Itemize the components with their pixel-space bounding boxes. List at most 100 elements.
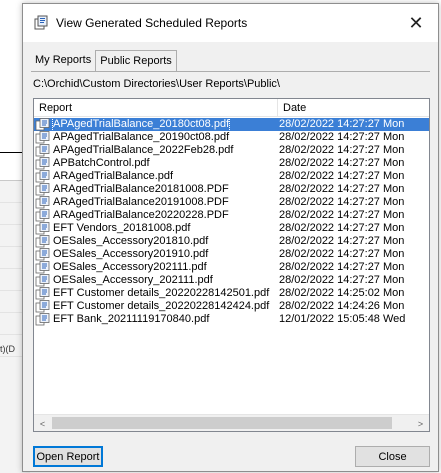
report-name-cell: APAgedTrialBalance_20180ct08.pdf bbox=[34, 118, 278, 131]
report-date: 28/02/2022 14:27:27 Mon bbox=[279, 157, 405, 169]
report-name-cell: OESales_Accessory202111.pdf bbox=[34, 261, 278, 274]
table-row[interactable]: OESales_Accessory201910.pdf 28/02/2022 14… bbox=[34, 248, 429, 261]
report-name-cell: OESales_Accessory201810.pdf bbox=[34, 235, 278, 248]
report-file-icon bbox=[35, 248, 50, 261]
report-date: 28/02/2022 14:27:27 Mon bbox=[279, 144, 405, 156]
report-name: APAgedTrialBalance_20180ct08.pdf bbox=[51, 118, 231, 131]
report-date: 28/02/2022 14:27:27 Mon bbox=[279, 274, 405, 286]
report-name: ARAgedTrialBalance20220228.PDF bbox=[53, 209, 229, 221]
dialog-title: View Generated Scheduled Reports bbox=[56, 16, 248, 30]
report-list[interactable]: Report Date APAgedTrialBalance_20180ct08… bbox=[33, 98, 430, 432]
report-file-icon bbox=[35, 287, 50, 300]
report-name: OESales_Accessory201810.pdf bbox=[53, 235, 209, 247]
report-name-cell: APAgedTrialBalance_20190ct08.pdf bbox=[34, 131, 278, 144]
table-row[interactable]: EFT Vendors_20181008.pdf 28/02/2022 14:27… bbox=[34, 222, 429, 235]
report-file-icon bbox=[35, 131, 50, 144]
table-row[interactable]: ARAgedTrialBalance20220228.PDF 28/02/2022… bbox=[34, 209, 429, 222]
table-row[interactable]: EFT Customer details_20220228142424.pdf 2… bbox=[34, 300, 429, 313]
report-name: ARAgedTrialBalance20191008.PDF bbox=[53, 196, 229, 208]
scroll-left-icon[interactable]: < bbox=[34, 415, 51, 431]
background-text: t)(D bbox=[0, 344, 15, 354]
scroll-thumb[interactable] bbox=[52, 417, 392, 429]
report-date: 28/02/2022 14:27:27 Mon bbox=[279, 196, 405, 208]
table-row[interactable]: OESales_Accessory202111.pdf 28/02/2022 14… bbox=[34, 261, 429, 274]
report-name-cell: EFT Customer details_20220228142424.pdf bbox=[34, 300, 278, 313]
report-name: EFT Customer details_20220228142501.pdf bbox=[53, 287, 270, 299]
table-row[interactable]: EFT Bank_20211119170840.pdf 12/01/2022 15… bbox=[34, 313, 429, 326]
table-row[interactable]: EFT Customer details_20220228142501.pdf 2… bbox=[34, 287, 429, 300]
directory-path: C:\Orchid\Custom Directories\User Report… bbox=[33, 78, 280, 90]
report-date: 28/02/2022 14:24:26 Mon bbox=[279, 300, 405, 312]
table-row[interactable]: ARAgedTrialBalance.pdf 28/02/2022 14:27:2… bbox=[34, 170, 429, 183]
report-file-icon bbox=[35, 209, 50, 222]
report-name-cell: OESales_Accessory_202111.pdf bbox=[34, 274, 278, 287]
report-file-icon bbox=[35, 118, 50, 131]
report-name: APAgedTrialBalance_2022Feb28.pdf bbox=[53, 144, 234, 156]
table-row[interactable]: APBatchControl.pdf 28/02/2022 14:27:27 Mo… bbox=[34, 157, 429, 170]
report-date: 28/02/2022 14:27:27 Mon bbox=[279, 261, 405, 273]
column-header-date[interactable]: Date bbox=[278, 99, 429, 117]
scroll-right-icon[interactable]: > bbox=[412, 415, 429, 431]
report-name-cell: ARAgedTrialBalance20191008.PDF bbox=[34, 196, 278, 209]
report-name: ARAgedTrialBalance20181008.PDF bbox=[53, 183, 229, 195]
report-name-cell: ARAgedTrialBalance20220228.PDF bbox=[34, 209, 278, 222]
report-date: 28/02/2022 14:27:27 Mon bbox=[279, 170, 405, 182]
report-tabs: My Reports Public Reports bbox=[31, 50, 177, 72]
tab-divider bbox=[31, 71, 430, 72]
open-report-button[interactable]: Open Report bbox=[33, 446, 103, 467]
report-name-cell: APAgedTrialBalance_2022Feb28.pdf bbox=[34, 144, 278, 157]
table-row[interactable]: APAgedTrialBalance_20190ct08.pdf 28/02/20… bbox=[34, 131, 429, 144]
report-file-icon bbox=[35, 300, 50, 313]
dialog-body: My Reports Public Reports C:\Orchid\Cust… bbox=[23, 42, 438, 471]
report-date: 28/02/2022 14:27:27 Mon bbox=[279, 118, 405, 130]
report-name: APAgedTrialBalance_20190ct08.pdf bbox=[53, 131, 230, 143]
report-name-cell: EFT Vendors_20181008.pdf bbox=[34, 222, 278, 235]
table-row[interactable]: OESales_Accessory_202111.pdf 28/02/2022 1… bbox=[34, 274, 429, 287]
report-name-cell: OESales_Accessory201910.pdf bbox=[34, 248, 278, 261]
table-row[interactable]: ARAgedTrialBalance20181008.PDF 28/02/2022… bbox=[34, 183, 429, 196]
report-name-cell: ARAgedTrialBalance.pdf bbox=[34, 170, 278, 183]
report-name: OESales_Accessory_202111.pdf bbox=[53, 274, 213, 286]
report-file-icon bbox=[35, 144, 50, 157]
report-date: 28/02/2022 14:27:27 Mon bbox=[279, 131, 405, 143]
view-reports-dialog: View Generated Scheduled Reports ✕ My Re… bbox=[22, 3, 439, 472]
report-date: 28/02/2022 14:27:27 Mon bbox=[279, 183, 405, 195]
report-rows: APAgedTrialBalance_20180ct08.pdf 28/02/20… bbox=[34, 118, 429, 326]
report-date: 28/02/2022 14:27:27 Mon bbox=[279, 235, 405, 247]
close-button[interactable]: Close bbox=[355, 446, 430, 467]
report-date: 28/02/2022 14:25:02 Mon bbox=[279, 287, 405, 299]
report-file-icon bbox=[35, 274, 50, 287]
reports-app-icon bbox=[34, 15, 48, 30]
report-name: OESales_Accessory201910.pdf bbox=[53, 248, 209, 260]
report-file-icon bbox=[35, 235, 50, 248]
table-row[interactable]: OESales_Accessory201810.pdf 28/02/2022 14… bbox=[34, 235, 429, 248]
report-date: 28/02/2022 14:27:27 Mon bbox=[279, 209, 405, 221]
report-date: 12/01/2022 15:05:48 Wed bbox=[279, 313, 406, 325]
report-file-icon bbox=[35, 183, 50, 196]
title-bar[interactable]: View Generated Scheduled Reports ✕ bbox=[23, 4, 438, 42]
report-file-icon bbox=[35, 222, 50, 235]
report-name-cell: APBatchControl.pdf bbox=[34, 157, 278, 170]
horizontal-scrollbar[interactable]: < > bbox=[34, 414, 429, 431]
report-name-cell: EFT Customer details_20220228142501.pdf bbox=[34, 287, 278, 300]
column-header-report[interactable]: Report bbox=[34, 99, 278, 117]
tab-my-reports[interactable]: My Reports bbox=[31, 50, 95, 72]
report-name-cell: EFT Bank_20211119170840.pdf bbox=[34, 313, 278, 326]
report-date: 28/02/2022 14:27:27 Mon bbox=[279, 248, 405, 260]
report-file-icon bbox=[35, 313, 50, 326]
report-name: ARAgedTrialBalance.pdf bbox=[53, 170, 174, 182]
table-row[interactable]: APAgedTrialBalance_20180ct08.pdf 28/02/20… bbox=[34, 118, 429, 131]
tab-public-reports[interactable]: Public Reports bbox=[95, 50, 177, 72]
report-file-icon bbox=[35, 170, 50, 183]
report-file-icon bbox=[35, 196, 50, 209]
table-row[interactable]: APAgedTrialBalance_2022Feb28.pdf 28/02/20… bbox=[34, 144, 429, 157]
report-name: EFT Vendors_20181008.pdf bbox=[53, 222, 191, 234]
report-file-icon bbox=[35, 157, 50, 170]
report-date: 28/02/2022 14:27:27 Mon bbox=[279, 222, 405, 234]
report-name: EFT Bank_20211119170840.pdf bbox=[53, 313, 210, 325]
close-icon[interactable]: ✕ bbox=[394, 4, 438, 42]
report-name: EFT Customer details_20220228142424.pdf bbox=[53, 300, 270, 312]
list-header: Report Date bbox=[34, 99, 429, 117]
table-row[interactable]: ARAgedTrialBalance20191008.PDF 28/02/2022… bbox=[34, 196, 429, 209]
report-file-icon bbox=[35, 261, 50, 274]
